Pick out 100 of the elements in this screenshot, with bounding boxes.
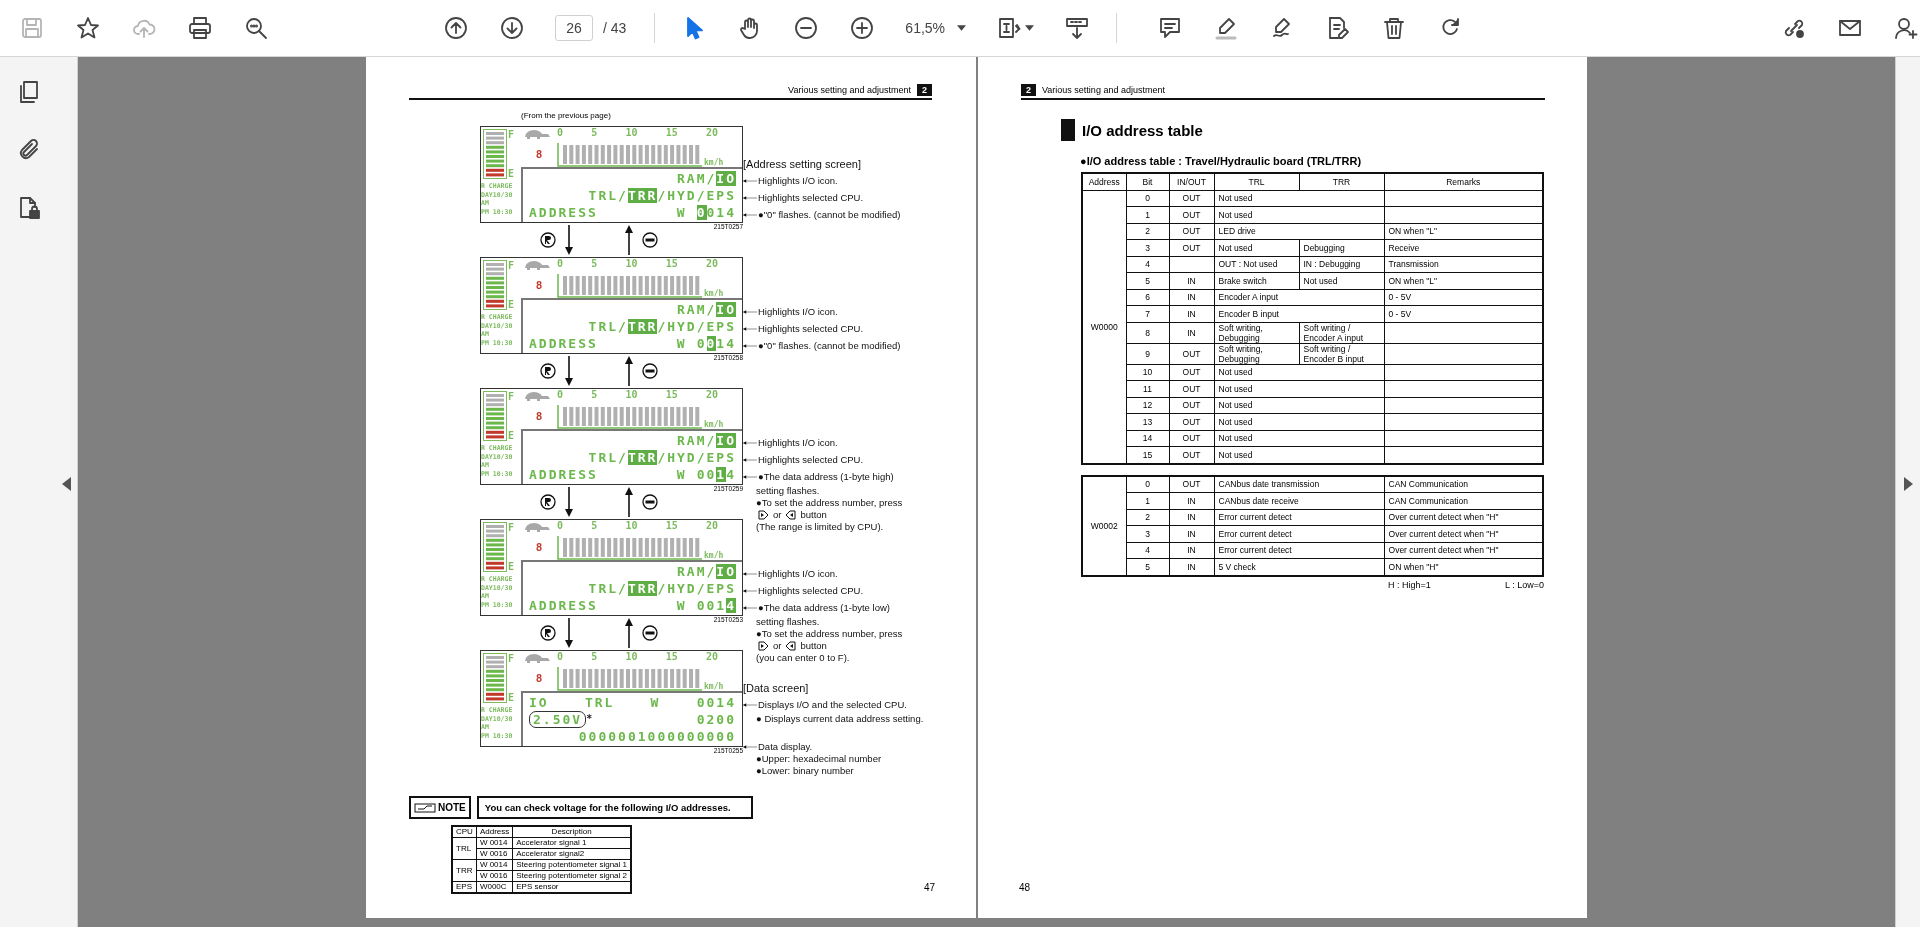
- table-cell: 10: [1126, 364, 1169, 381]
- add-user-button[interactable]: [1893, 15, 1920, 41]
- table-cell: 7: [1126, 305, 1169, 322]
- lcd-text: 014: [706, 205, 736, 220]
- caret-icon[interactable]: [1025, 25, 1035, 31]
- caption: (From the previous page): [521, 111, 612, 120]
- annotation-text: button: [799, 640, 828, 652]
- speed-scale-label: 20: [705, 389, 718, 402]
- note-text: You can check voltage for the following I/O addresses.: [476, 796, 753, 819]
- print-button[interactable]: [187, 15, 213, 41]
- minus-button-icon: [642, 232, 658, 248]
- right-key-icon: [758, 641, 769, 651]
- star-button[interactable]: [75, 15, 101, 41]
- table-cell: Steering potentiometer signal 2: [512, 870, 631, 882]
- up-arrow-circle-button[interactable]: [443, 15, 469, 41]
- fuel-gauge-icon: [483, 653, 507, 703]
- highlighted-lcd-text: TRR: [627, 188, 658, 203]
- table-cell: Soft writing, Debugging: [1214, 343, 1299, 364]
- collapse-left-icon[interactable]: [62, 477, 71, 491]
- table-cell: 4: [1126, 256, 1169, 273]
- lcd-text: /HYD/EPS: [657, 188, 736, 203]
- page-count: / 43: [603, 20, 627, 36]
- lcd-text: 0014: [696, 694, 736, 710]
- table-cell: Not used: [1214, 206, 1384, 223]
- table-cell: OUT: [1169, 223, 1214, 240]
- speed-scale-label: 15: [665, 520, 678, 533]
- note-label: NOTE: [409, 796, 471, 819]
- empty-label: E: [508, 692, 515, 703]
- table-cell: W 0016: [476, 848, 513, 860]
- up-arrow: [624, 487, 634, 517]
- highlighted-lcd-text: TRR: [627, 581, 658, 596]
- lcd-text: *: [586, 712, 595, 726]
- speed-unit: km/h: [704, 551, 724, 560]
- circle-button-icon: [540, 232, 556, 248]
- fit-page-button[interactable]: [996, 15, 1023, 41]
- highlighted-lcd-text: IO: [716, 564, 736, 579]
- zoom-in-button[interactable]: [849, 15, 876, 41]
- table-cell: 3: [1126, 525, 1169, 542]
- table-cell: Steering potentiometer signal 1: [512, 859, 631, 871]
- table-cell: 14: [1126, 430, 1169, 447]
- zoom-out-button[interactable]: [793, 15, 820, 41]
- table-cell: IN: [1169, 509, 1214, 526]
- lcd-text: W: [676, 467, 687, 482]
- scroll-mode-button[interactable]: [1064, 15, 1091, 41]
- annotation-text: ●The data address (1-byte low): [758, 601, 890, 615]
- section-number: 2: [1021, 84, 1036, 96]
- table-cell: OUT: [1169, 239, 1214, 256]
- speed-scale-label: 15: [665, 651, 678, 664]
- speed-scale-label: 15: [665, 389, 678, 402]
- annotation-text: Highlights I/O icon.: [758, 305, 838, 319]
- page-number-field[interactable]: 26: [555, 15, 593, 41]
- annotation-text: or: [772, 509, 783, 521]
- page-number: 48: [1019, 882, 1031, 893]
- speed-scale-label: 15: [665, 258, 678, 271]
- lcd-text: W: [676, 336, 687, 351]
- table-cell: 0: [1126, 475, 1169, 493]
- lcd-text: ADDRESS: [529, 467, 598, 482]
- lcd-text: 0: [696, 336, 707, 351]
- page-title: I/O address table: [1082, 121, 1203, 139]
- gear-digit: 8: [535, 147, 543, 161]
- table-cell: W 0016: [476, 870, 513, 882]
- annotation-text: ●"0" flashes. (cannot be modified): [758, 208, 901, 222]
- search-button[interactable]: [243, 15, 269, 41]
- annotation-text: ●The data address (1-byte high): [758, 470, 894, 484]
- table-cell: Not used: [1214, 364, 1384, 381]
- minus-button-icon: [642, 363, 658, 379]
- table-title: ●I/O address table : Travel/Hydraulic board (TRL/TRR): [1080, 155, 1363, 167]
- table-cell: OUT: [1169, 475, 1214, 493]
- full-label: F: [508, 260, 515, 271]
- section-title: Various setting and adjustment: [788, 85, 911, 95]
- table-header: Address: [476, 826, 513, 838]
- speed-unit: km/h: [704, 682, 724, 691]
- table-cell: Encoder B input: [1214, 305, 1384, 322]
- table-cell: IN: [1169, 322, 1214, 343]
- table-cell: Not used: [1214, 397, 1384, 414]
- lcd-text: IO: [529, 694, 549, 710]
- voltage-reading: 2.50V: [529, 711, 587, 728]
- down-arrow-circle-button[interactable]: [499, 15, 525, 41]
- screen-heading: [Address setting screen]: [743, 157, 862, 172]
- speed-scale-label: 20: [705, 651, 718, 664]
- table-cell: OUT: [1169, 380, 1214, 397]
- gear-digit: 8: [535, 278, 543, 292]
- lcd-text: 0000001000000000: [578, 729, 736, 745]
- speed-scale-label: 5: [591, 520, 598, 533]
- zoom-dropdown[interactable]: 61,5%: [905, 20, 967, 36]
- table-cell: 6: [1126, 289, 1169, 306]
- lcd-text: /HYD/EPS: [657, 319, 736, 334]
- annotation-text: Data display.: [758, 741, 813, 753]
- table-cell: W 0014: [476, 837, 513, 849]
- expand-right-icon[interactable]: [1904, 477, 1913, 491]
- lcd-text: 001: [696, 598, 727, 613]
- speed-scale-label: 20: [705, 520, 718, 533]
- table-cell: Not used: [1214, 430, 1384, 447]
- up-arrow: [624, 225, 634, 255]
- highlighted-lcd-text: 4: [726, 598, 736, 613]
- speed-scale-label: 0: [557, 389, 564, 402]
- down-arrow: [564, 618, 574, 648]
- speed-scale-label: 10: [625, 520, 638, 533]
- empty-label: E: [508, 561, 515, 572]
- speed-unit: km/h: [704, 158, 724, 167]
